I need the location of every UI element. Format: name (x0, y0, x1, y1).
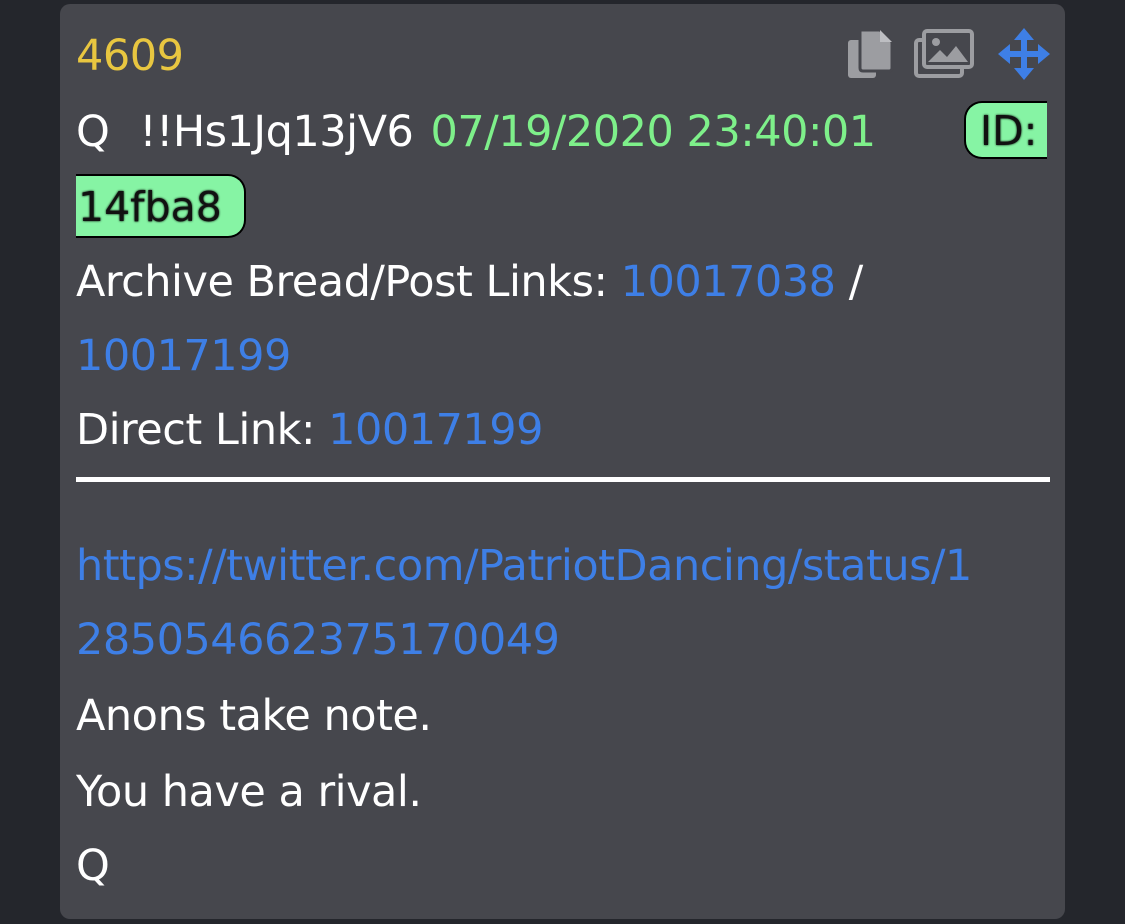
twitter-url-line2[interactable]: 285054662375170049 (76, 614, 560, 666)
id-badge-continuation[interactable]: 14fba8 (76, 174, 246, 238)
message-line: Anons take note. (76, 691, 432, 741)
archive-separator: / (848, 257, 864, 307)
images-icon[interactable] (914, 28, 974, 80)
archive-link-post[interactable]: 10017199 (76, 330, 291, 382)
id-badge[interactable]: ID: (964, 101, 1047, 159)
copy-icon[interactable] (846, 28, 894, 82)
author-name: Q (76, 107, 110, 157)
direct-label: Direct Link: (76, 405, 315, 455)
post-header: Q !!Hs1Jq13jV6 07/19/2020 23:40:01 (76, 106, 876, 158)
id-badge-value: 14fba8 (78, 183, 222, 231)
id-badge-label: ID: (980, 107, 1038, 155)
direct-link[interactable]: 10017199 (328, 405, 543, 455)
tripcode: !!Hs1Jq13jV6 (139, 107, 414, 157)
move-icon[interactable] (998, 28, 1050, 80)
message-signature: Q (76, 841, 110, 891)
direct-link-row: Direct Link: 10017199 (76, 404, 544, 456)
post-number: 4609 (76, 31, 184, 81)
twitter-url-line1[interactable]: https://twitter.com/PatriotDancing/statu… (76, 540, 972, 592)
archive-label: Archive Bread/Post Links: (76, 257, 608, 307)
message-line: You have a rival. (76, 767, 422, 817)
archive-link-bread[interactable]: 10017038 (621, 257, 836, 307)
divider (76, 477, 1050, 482)
archive-links-row: Archive Bread/Post Links: 10017038 / (76, 256, 863, 308)
post-datetime: 07/19/2020 23:40:01 (430, 107, 877, 157)
